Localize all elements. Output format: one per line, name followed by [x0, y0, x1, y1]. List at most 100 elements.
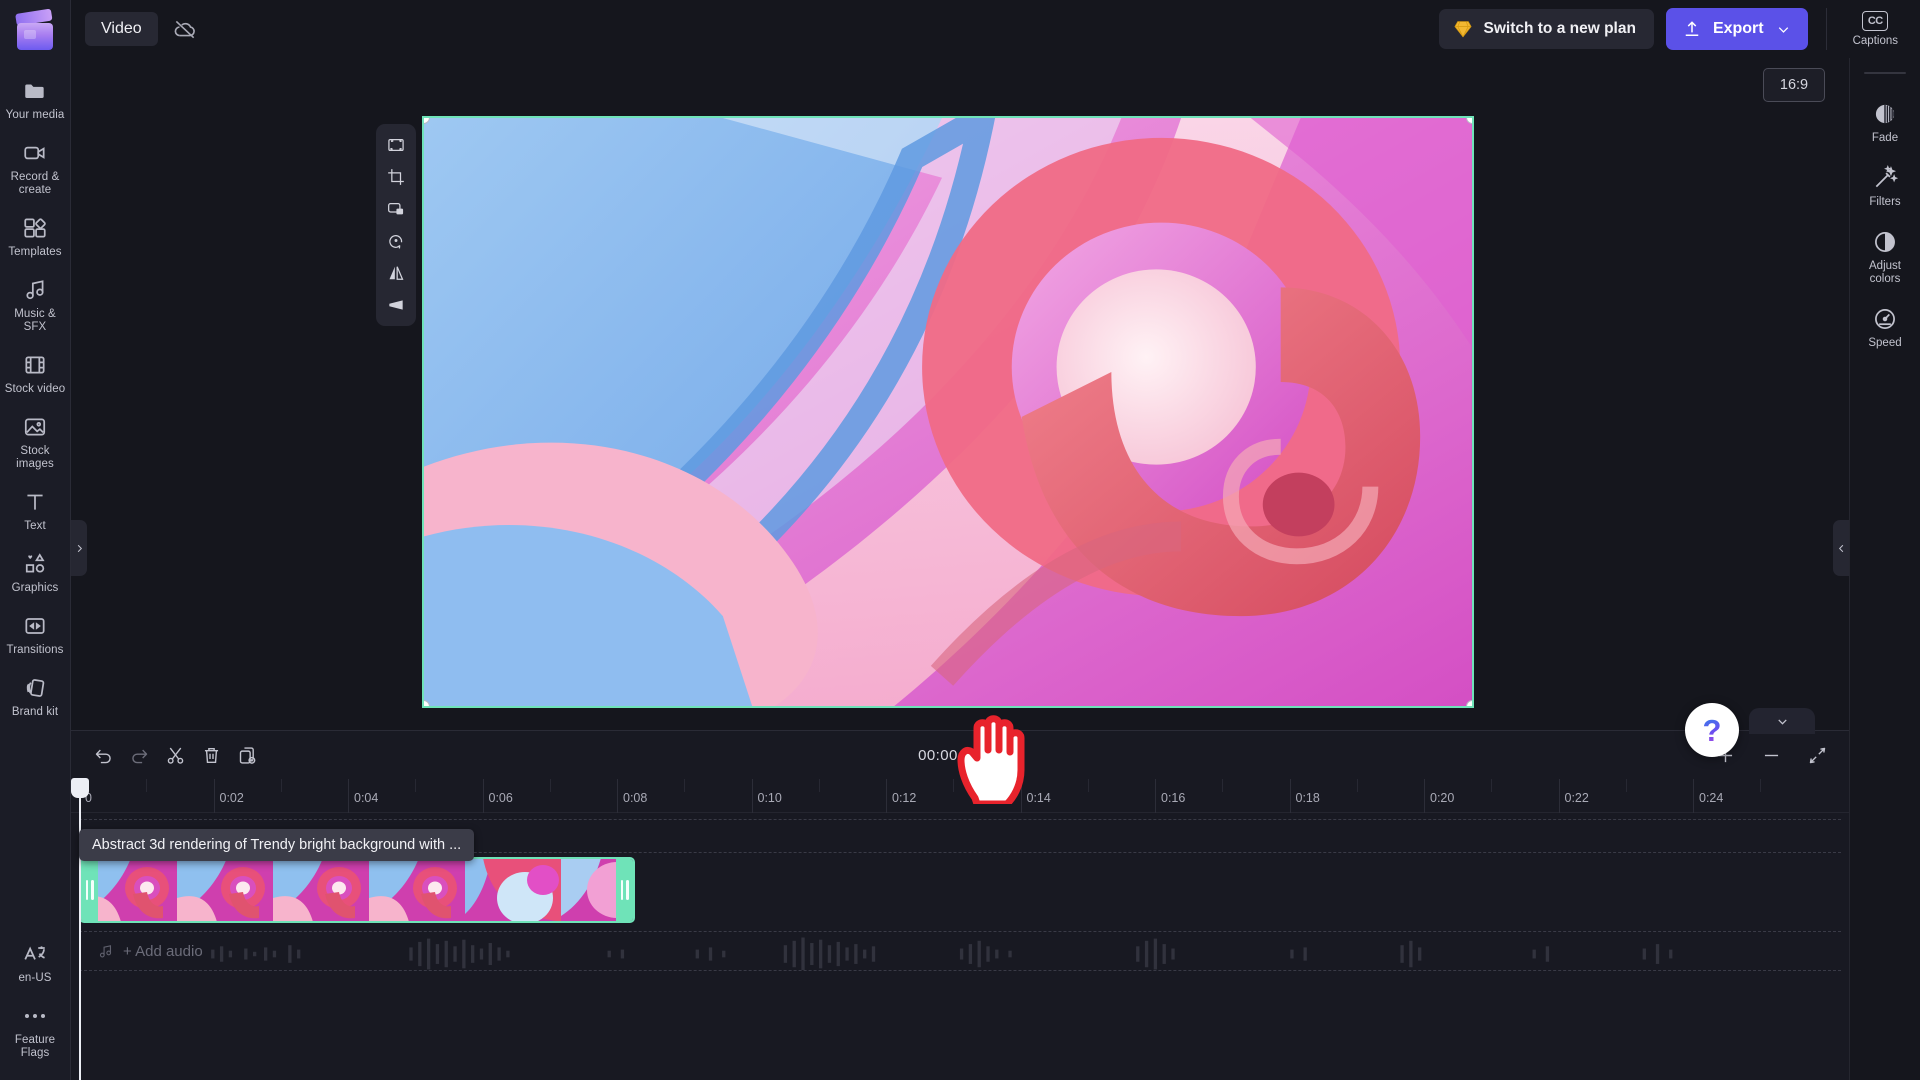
export-button[interactable]: Export [1665, 8, 1808, 50]
right-item-filters[interactable]: Filters [1850, 154, 1920, 218]
ruler-tick-major [1424, 779, 1425, 813]
video-preview-frame[interactable] [422, 116, 1474, 708]
redo-icon[interactable] [121, 737, 157, 773]
split-icon[interactable] [157, 737, 193, 773]
sidebar-item-templates[interactable]: Templates [0, 205, 70, 267]
ruler-label: 0:04 [354, 791, 379, 805]
sidebar-item-label: Music & SFX [14, 308, 56, 333]
text-t-icon [22, 489, 48, 515]
sidebar-item-graphics[interactable]: Graphics [0, 541, 70, 603]
diamond-icon [1453, 21, 1472, 38]
captions-button[interactable]: CC Captions [1845, 9, 1906, 49]
music-note-icon [22, 277, 48, 303]
sidebar-item-label: Stock video [4, 383, 66, 395]
undo-icon[interactable] [85, 737, 121, 773]
timeline-panel: 00:00.00 96 0 0:02 0:04 0:06 0:08 0:10 0:12 0:1… [71, 730, 1849, 1080]
sidebar-item-label: Feature Flags [14, 1034, 56, 1059]
toolbar-divider [1825, 8, 1827, 50]
clip-thumbnail [177, 859, 273, 921]
ruler-tick-minor [1491, 779, 1493, 792]
rotate-icon[interactable] [379, 226, 413, 256]
audio-track[interactable]: + Add audio [71, 931, 1849, 971]
sidebar-items: Your media Record & create Templates Mus… [0, 68, 70, 727]
aspect-ratio-badge[interactable]: 16:9 [1763, 68, 1825, 102]
clip-trim-handle-right[interactable] [616, 859, 633, 921]
video-track [71, 857, 1849, 923]
sidebar-item-record-create[interactable]: Record & create [0, 130, 70, 205]
shapes-icon [22, 551, 48, 577]
timeline-ruler[interactable]: 0 0:02 0:04 0:06 0:08 0:10 0:12 0:14 0:16 0:18 0:2… [71, 779, 1849, 813]
sidebar-item-music-sfx[interactable]: Music & SFX [0, 267, 70, 342]
picture-in-picture-icon[interactable] [379, 194, 413, 224]
clip-thumbnail [369, 859, 465, 921]
zoom-out-icon[interactable] [1753, 737, 1789, 773]
playhead[interactable] [71, 778, 89, 1080]
sidebar-item-label: Transitions [6, 644, 64, 656]
crop-icon[interactable] [379, 162, 413, 192]
sidebar-item-stock-images[interactable]: Stock images [0, 404, 70, 479]
clip-trim-handle-left[interactable] [81, 859, 98, 921]
video-frame-image [424, 118, 1472, 706]
ellipsis-icon [22, 1003, 48, 1029]
captions-label: Captions [1852, 35, 1898, 47]
add-audio-dropzone[interactable]: + Add audio [79, 931, 1841, 971]
duplicate-icon[interactable] [229, 737, 265, 773]
switch-plan-button[interactable]: Switch to a new plan [1438, 9, 1654, 49]
sidebar-item-your-media[interactable]: Your media [0, 68, 70, 130]
right-item-label: Speed [1868, 337, 1902, 349]
right-item-label: Adjust colors [1869, 260, 1901, 285]
sidebar-item-label: Record & create [10, 171, 60, 196]
fade-icon [1872, 101, 1898, 127]
ruler-tick-major [482, 779, 484, 813]
clip-thumbnail [465, 859, 561, 921]
ruler-tick-major [213, 779, 215, 813]
flip-horizontal-icon[interactable] [379, 258, 413, 288]
export-label: Export [1712, 20, 1764, 37]
sidebar-item-text[interactable]: Text [0, 479, 70, 541]
transition-icon [22, 613, 48, 639]
ruler-tick-minor [146, 779, 148, 792]
top-toolbar: Video Switch to a new plan Export CC Cap… [71, 0, 1920, 58]
right-item-fade[interactable]: Fade [1850, 90, 1920, 154]
fit-to-frame-icon[interactable] [379, 130, 413, 160]
right-item-speed[interactable]: Speed [1850, 295, 1920, 359]
video-clip[interactable] [79, 857, 635, 923]
right-item-adjust-colors[interactable]: Adjust colors [1850, 218, 1920, 295]
sidebar-item-label: en-US [18, 972, 52, 984]
ruler-tick-minor [953, 779, 955, 792]
waveform-graphic [211, 937, 1673, 970]
ruler-label: 0:12 [892, 791, 917, 805]
switch-plan-label: Switch to a new plan [1483, 20, 1636, 37]
sidebar-item-feature-flags[interactable]: Feature Flags [0, 993, 70, 1068]
cc-icon: CC [1862, 11, 1889, 31]
sidebar-item-label: Text [24, 520, 46, 532]
help-button[interactable]: ? [1685, 703, 1739, 757]
music-note-icon [99, 944, 112, 957]
ruler-label: 0:20 [1430, 791, 1455, 805]
project-name-button[interactable]: Video [85, 12, 158, 46]
delete-icon[interactable] [193, 737, 229, 773]
ruler-tick-minor [684, 779, 686, 792]
sidebar-item-label: Brand kit [11, 706, 59, 718]
clip-float-toolbar [376, 124, 416, 326]
skew-icon[interactable] [379, 290, 413, 320]
sidebar-item-language[interactable]: en-US [0, 931, 70, 993]
collapse-right-panel-button[interactable] [1833, 520, 1849, 576]
sidebar-item-brand-kit[interactable]: Brand kit [0, 665, 70, 727]
ruler-label: 0:22 [1564, 791, 1589, 805]
timecode-suffix: 96 [984, 746, 1002, 764]
collapse-timeline-button[interactable] [1749, 708, 1815, 734]
expand-left-panel-button[interactable] [71, 520, 87, 576]
video-preview[interactable] [422, 116, 1474, 708]
sidebar-item-stock-video[interactable]: Stock video [0, 342, 70, 404]
sidebar-item-transitions[interactable]: Transitions [0, 603, 70, 665]
fit-timeline-icon[interactable] [1799, 737, 1835, 773]
cloud-offline-icon[interactable] [172, 16, 198, 42]
upload-icon [1685, 21, 1699, 36]
sidebar-item-label: Templates [8, 246, 62, 258]
ruler-tick-major [348, 779, 349, 813]
resize-handle-bottom-right[interactable] [1466, 700, 1472, 706]
right-item-label: Filters [1869, 196, 1901, 208]
playhead-handle[interactable] [71, 778, 89, 798]
sidebar-item-label: Stock images [16, 445, 54, 470]
